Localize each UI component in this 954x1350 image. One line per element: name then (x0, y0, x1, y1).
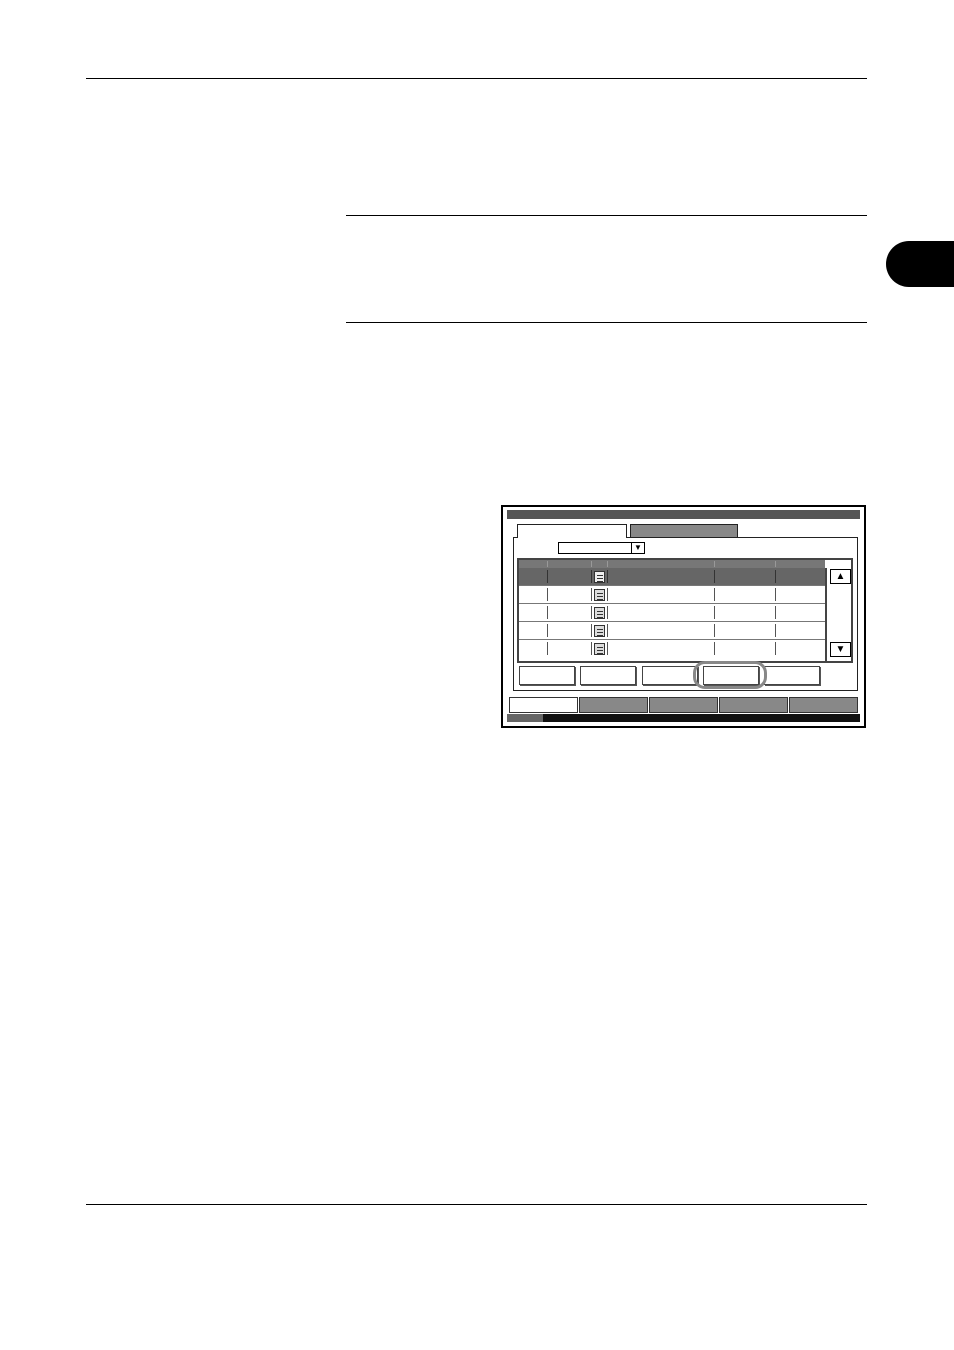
document-icon (594, 571, 605, 583)
action-button-5[interactable] (764, 666, 820, 685)
action-button-2[interactable] (580, 666, 636, 685)
list-scrollbar[interactable]: ▲ ▼ (825, 568, 851, 661)
tab-inactive[interactable] (630, 524, 738, 538)
list-header (519, 560, 825, 568)
document-icon (594, 625, 605, 637)
note-bottom-rule (346, 322, 867, 323)
action-button-1[interactable] (519, 666, 575, 685)
action-button-3[interactable] (642, 666, 698, 685)
tab-active[interactable] (517, 524, 627, 538)
status-bar (507, 714, 860, 722)
bottom-tab-5[interactable] (789, 697, 858, 713)
bottom-tab-1[interactable] (509, 697, 578, 713)
bottom-tab-4[interactable] (719, 697, 788, 713)
document-icon (594, 607, 605, 619)
document-icon (594, 589, 605, 601)
sort-dropdown[interactable]: ▼ (558, 542, 645, 554)
status-indicator (507, 714, 543, 722)
document-icon (594, 643, 605, 655)
scroll-down-button[interactable]: ▼ (830, 642, 851, 657)
scroll-up-button[interactable]: ▲ (830, 569, 851, 584)
footer-rule (86, 1204, 867, 1205)
note-top-rule (346, 215, 867, 216)
chevron-down-icon: ▼ (631, 543, 644, 553)
list-row-3[interactable] (519, 604, 825, 622)
list-row-4[interactable] (519, 622, 825, 640)
document-list: ▲ ▼ (517, 558, 853, 663)
list-row-5[interactable] (519, 640, 825, 658)
list-row-1[interactable] (519, 568, 825, 586)
bottom-tab-2[interactable] (579, 697, 648, 713)
header-rule (86, 78, 867, 79)
highlight-ring (693, 661, 767, 689)
bottom-tab-3[interactable] (649, 697, 718, 713)
list-row-2[interactable] (519, 586, 825, 604)
touch-panel-screen: ▼ ▲ ▼ (501, 505, 866, 728)
chapter-tab (886, 241, 954, 287)
panel-title-bar (507, 510, 860, 519)
